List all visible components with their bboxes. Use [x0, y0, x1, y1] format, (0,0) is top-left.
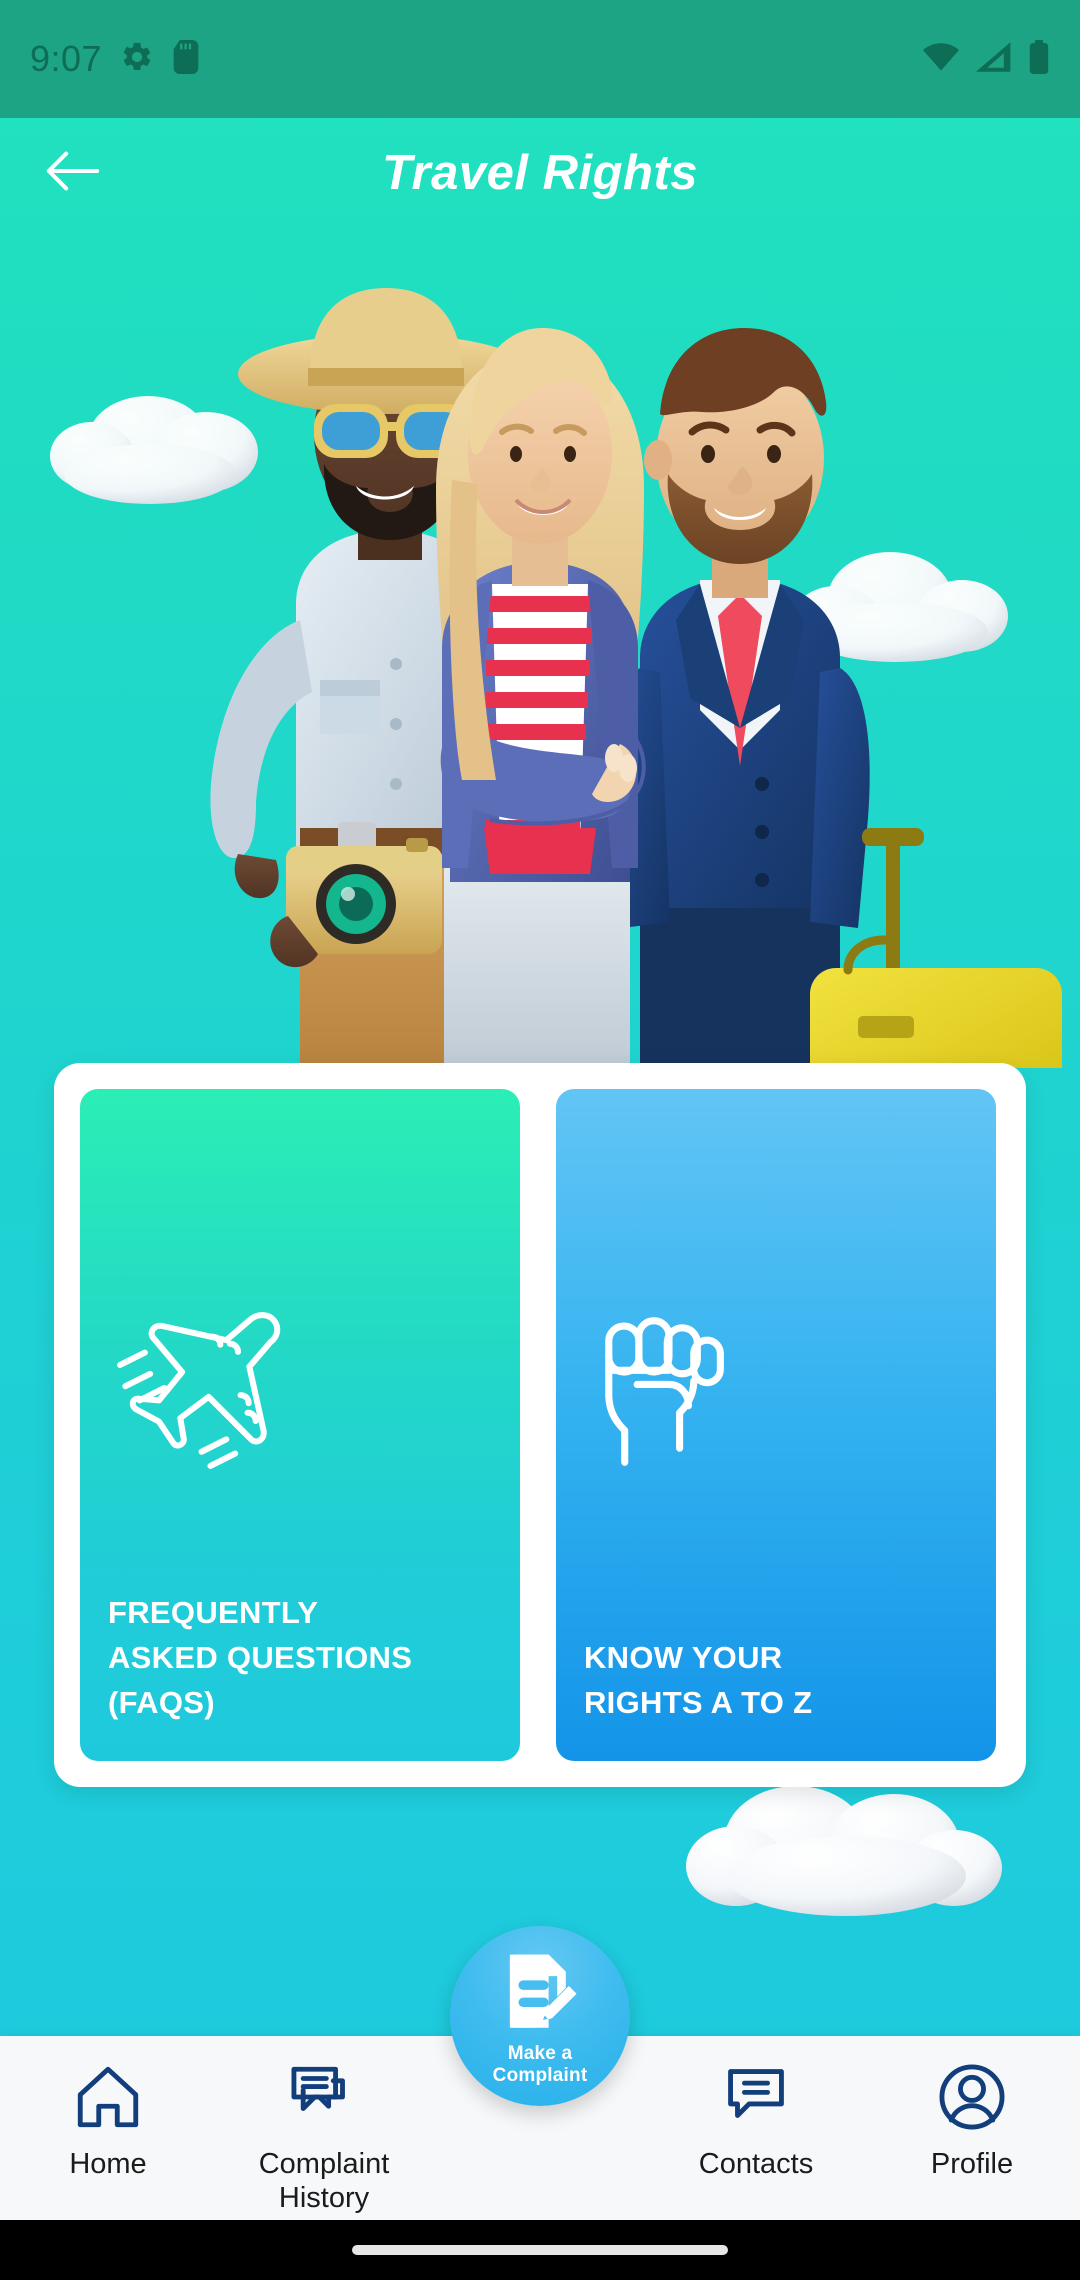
make-a-complaint-button[interactable]: Make a Complaint	[450, 1926, 630, 2106]
battery-icon	[1028, 39, 1050, 79]
cloud-bottom	[676, 1780, 1016, 1930]
status-bar: 9:07	[0, 0, 1080, 118]
page-title: Travel Rights	[381, 146, 699, 200]
card-faqs-label: FREQUENTLY ASKED QUESTIONS (FAQS)	[108, 1595, 413, 1720]
nav-item-contacts[interactable]: Contacts	[648, 2036, 864, 2181]
status-bar-clock: 9:07	[30, 38, 103, 79]
character-woman	[436, 328, 646, 1068]
character-businessman	[610, 328, 870, 1068]
nav-item-home[interactable]: Home	[0, 2036, 216, 2181]
nav-item-complaint-history-label: Complaint History	[258, 2148, 390, 2214]
hero-illustration	[0, 228, 1080, 1068]
make-a-complaint-label: Make a Complaint	[492, 2042, 588, 2086]
airplane-icon	[108, 1303, 288, 1478]
contact-bubble-icon	[719, 2060, 793, 2139]
back-button[interactable]	[22, 123, 122, 223]
arrow-left-icon	[43, 146, 101, 201]
status-bar-left: 9:07	[30, 38, 200, 80]
camera	[286, 838, 442, 954]
gear-icon	[120, 40, 154, 79]
card-faqs[interactable]: FREQUENTLY ASKED QUESTIONS (FAQS)	[80, 1089, 520, 1761]
nav-item-complaint-history[interactable]: Complaint History	[216, 2036, 432, 2215]
home-icon	[71, 2060, 145, 2139]
app-bar: Travel Rights	[0, 118, 1080, 228]
cellular-signal-icon	[976, 41, 1012, 77]
chat-bubbles-icon	[287, 2060, 361, 2139]
nav-item-contacts-label: Contacts	[698, 2148, 814, 2180]
wifi-icon	[922, 42, 960, 77]
nav-item-home-label: Home	[69, 2148, 147, 2180]
gesture-pill[interactable]	[352, 2245, 728, 2255]
app-screen: 9:07 Travel Rights FREQUENTLY ASKED QUES…	[0, 0, 1080, 2280]
status-bar-right	[922, 39, 1050, 79]
cloud-left	[50, 396, 258, 504]
user-circle-icon	[935, 2060, 1009, 2139]
sd-card-icon	[172, 39, 200, 79]
system-gesture-bar	[0, 2220, 1080, 2280]
quick-links-panel: FREQUENTLY ASKED QUESTIONS (FAQS) KNOW Y…	[54, 1063, 1026, 1787]
card-know-your-rights-label: KNOW YOUR RIGHTS A TO Z	[584, 1640, 813, 1720]
nav-item-profile[interactable]: Profile	[864, 2036, 1080, 2181]
document-edit-icon	[497, 1946, 583, 2037]
card-know-your-rights[interactable]: KNOW YOUR RIGHTS A TO Z	[556, 1089, 996, 1761]
raised-fist-icon	[584, 1303, 754, 1478]
nav-item-profile-label: Profile	[930, 2148, 1014, 2180]
